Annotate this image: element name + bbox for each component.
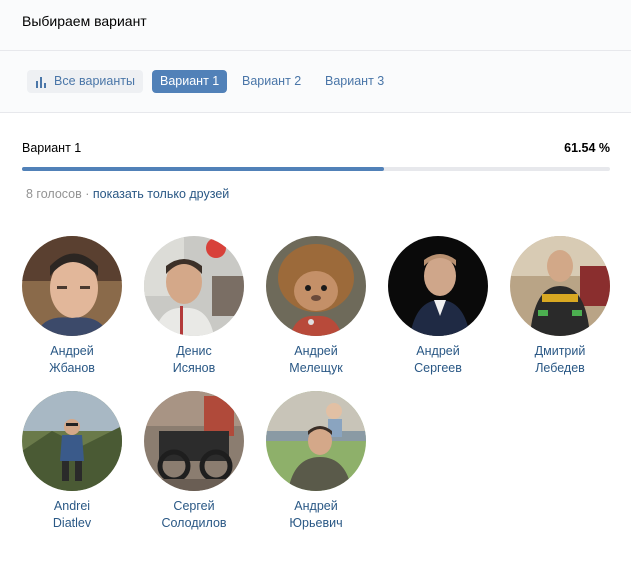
tab-all-variants[interactable]: Все варианты (27, 70, 143, 93)
voter-name[interactable]: Денис Исянов (133, 343, 255, 377)
voter-card[interactable]: Денис Исянов (133, 236, 255, 377)
avatar[interactable] (22, 391, 122, 491)
tab-variant-2[interactable]: Вариант 2 (234, 70, 309, 93)
avatar[interactable] (510, 236, 610, 336)
voter-name[interactable]: Andrei Diatlev (11, 498, 133, 532)
tab-variant-3[interactable]: Вариант 3 (317, 70, 392, 93)
voter-name[interactable]: Андрей Сергеев (377, 343, 499, 377)
vote-progress-fill (22, 167, 384, 171)
voter-name[interactable]: Дмитрий Лебедев (499, 343, 621, 377)
tab-all-label: Все варианты (54, 74, 135, 88)
poll-header: Выбираем вариант (0, 0, 631, 51)
voter-card[interactable]: Сергей Солодилов (133, 391, 255, 532)
voter-card[interactable]: Андрей Жбанов (11, 236, 133, 377)
voter-name[interactable]: Андрей Мелещук (255, 343, 377, 377)
variant-name: Вариант 1 (22, 141, 82, 155)
voter-card[interactable]: Андрей Сергеев (377, 236, 499, 377)
tab-variant-1[interactable]: Вариант 1 (152, 70, 228, 93)
variant-percent: 61.54 % (564, 141, 610, 155)
avatar[interactable] (266, 236, 366, 336)
votes-separator: · (81, 187, 93, 201)
votes-summary: 8 голосов · показать только друзей (26, 187, 229, 201)
vote-progress-bar (22, 167, 610, 171)
bar-chart-icon (36, 76, 46, 88)
avatar[interactable] (22, 236, 122, 336)
avatar[interactable] (144, 236, 244, 336)
voter-name[interactable]: Сергей Солодилов (133, 498, 255, 532)
votes-count: 8 голосов (26, 187, 82, 201)
avatar[interactable] (266, 391, 366, 491)
show-friends-link[interactable]: показать только друзей (93, 187, 229, 201)
voter-name[interactable]: Андрей Юрьевич (255, 498, 377, 532)
voter-card[interactable]: Андрей Юрьевич (255, 391, 377, 532)
voter-card[interactable]: Андрей Мелещук (255, 236, 377, 377)
variant-tabs: Все варианты Вариант 1 Вариант 2 Вариант… (0, 51, 631, 113)
voter-name[interactable]: Андрей Жбанов (11, 343, 133, 377)
poll-title: Выбираем вариант (22, 13, 147, 29)
voter-card[interactable]: Andrei Diatlev (11, 391, 133, 532)
avatar[interactable] (388, 236, 488, 336)
avatar[interactable] (144, 391, 244, 491)
voter-card[interactable]: Дмитрий Лебедев (499, 236, 621, 377)
